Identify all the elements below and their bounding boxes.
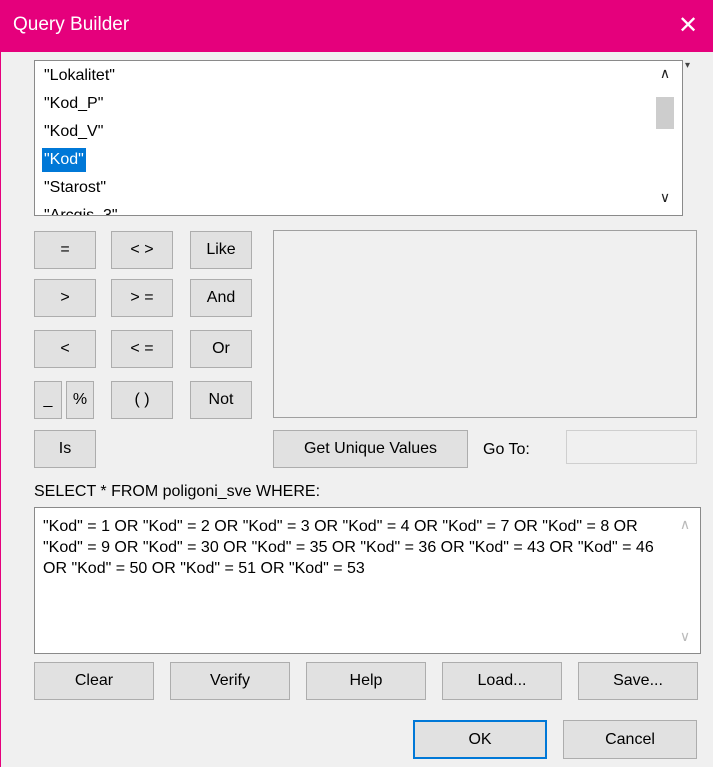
field-item-kod-v[interactable]: "Kod_V" [42, 120, 105, 144]
query-builder-dialog: Query Builder ✕ "Lokalitet" "Kod_P" "Kod… [0, 0, 713, 767]
less-equal-button[interactable]: < = [111, 330, 173, 368]
and-button[interactable]: And [190, 279, 252, 317]
query-prefix-label: SELECT * FROM poligoni_sve WHERE: [34, 483, 321, 500]
query-expression-textarea[interactable]: "Kod" = 1 OR "Kod" = 2 OR "Kod" = 3 OR "… [34, 507, 701, 654]
dialog-title: Query Builder [13, 14, 130, 35]
greater-equal-button[interactable]: > = [111, 279, 173, 317]
scroll-thumb[interactable] [656, 97, 674, 129]
field-item-starost[interactable]: "Starost" [42, 176, 108, 200]
less-than-button[interactable]: < [34, 330, 96, 368]
expression-scrollbar[interactable]: ∧ ∨ [670, 508, 700, 653]
greater-than-button[interactable]: > [34, 279, 96, 317]
equals-button[interactable]: = [34, 231, 96, 269]
or-button[interactable]: Or [190, 330, 252, 368]
not-button[interactable]: Not [190, 381, 252, 419]
percent-wildcard-button[interactable]: % [66, 381, 94, 419]
clear-button[interactable]: Clear [34, 662, 154, 700]
field-item-kod-p[interactable]: "Kod_P" [42, 92, 105, 116]
field-list-scrollbar[interactable]: ∧ ∨ [648, 61, 682, 215]
cancel-button[interactable]: Cancel [563, 720, 697, 759]
is-button[interactable]: Is [34, 430, 96, 468]
not-equals-button[interactable]: < > [111, 231, 173, 269]
field-item-partial[interactable]: "Arcgis_3" [42, 204, 120, 215]
field-item-kod[interactable]: "Kod" [42, 148, 86, 172]
dropdown-arrow-icon[interactable]: ▾ [685, 60, 690, 71]
goto-input[interactable] [566, 430, 697, 464]
parentheses-button[interactable]: ( ) [111, 381, 173, 419]
query-expression-text[interactable]: "Kod" = 1 OR "Kod" = 2 OR "Kod" = 3 OR "… [43, 516, 667, 579]
like-button[interactable]: Like [190, 231, 252, 269]
expression-scroll-down-icon[interactable]: ∨ [670, 628, 700, 645]
close-icon[interactable]: ✕ [662, 0, 713, 52]
expression-scroll-up-icon[interactable]: ∧ [670, 516, 700, 533]
title-bar: Query Builder ✕ [1, 0, 713, 52]
goto-label: Go To: [483, 441, 530, 458]
underscore-wildcard-button[interactable]: _ [34, 381, 62, 419]
scroll-down-icon[interactable]: ∨ [648, 189, 682, 211]
load-button[interactable]: Load... [442, 662, 562, 700]
field-item-lokalitet[interactable]: "Lokalitet" [42, 64, 117, 88]
ok-button[interactable]: OK [413, 720, 547, 759]
scroll-up-icon[interactable]: ∧ [648, 65, 682, 87]
get-unique-values-button[interactable]: Get Unique Values [273, 430, 468, 468]
save-button[interactable]: Save... [578, 662, 698, 700]
field-list[interactable]: "Lokalitet" "Kod_P" "Kod_V" "Kod" "Staro… [34, 60, 683, 216]
verify-button[interactable]: Verify [170, 662, 290, 700]
help-button[interactable]: Help [306, 662, 426, 700]
unique-values-list[interactable] [273, 230, 697, 418]
